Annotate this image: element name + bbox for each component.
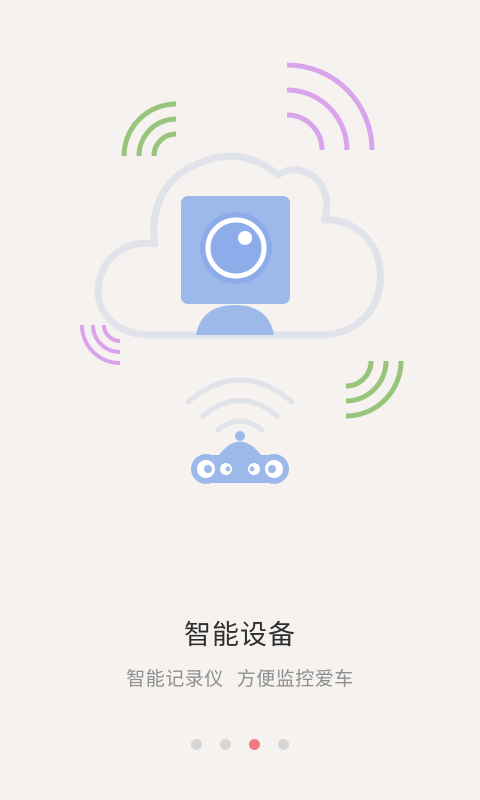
signal-wave-icon [80,324,121,365]
page-dot [278,739,289,750]
guide-screen[interactable]: 智能设备 智能记录仪 方便监控爱车 [0,0,480,800]
car-icon [191,431,289,484]
camera-icon [181,196,290,335]
wifi-icon [185,377,295,433]
page-dot [191,739,202,750]
signal-wave-icon [286,62,375,151]
page-indicator [0,739,480,751]
signal-wave-icon [345,360,404,419]
page-dot-active [249,739,260,750]
signal-wave-icon [121,101,177,157]
smart-device-illustration [80,62,404,484]
page-dot [220,739,231,750]
intro-title: 智能设备 [184,620,296,651]
intro-subtitle: 智能记录仪 方便监控爱车 [126,668,354,690]
